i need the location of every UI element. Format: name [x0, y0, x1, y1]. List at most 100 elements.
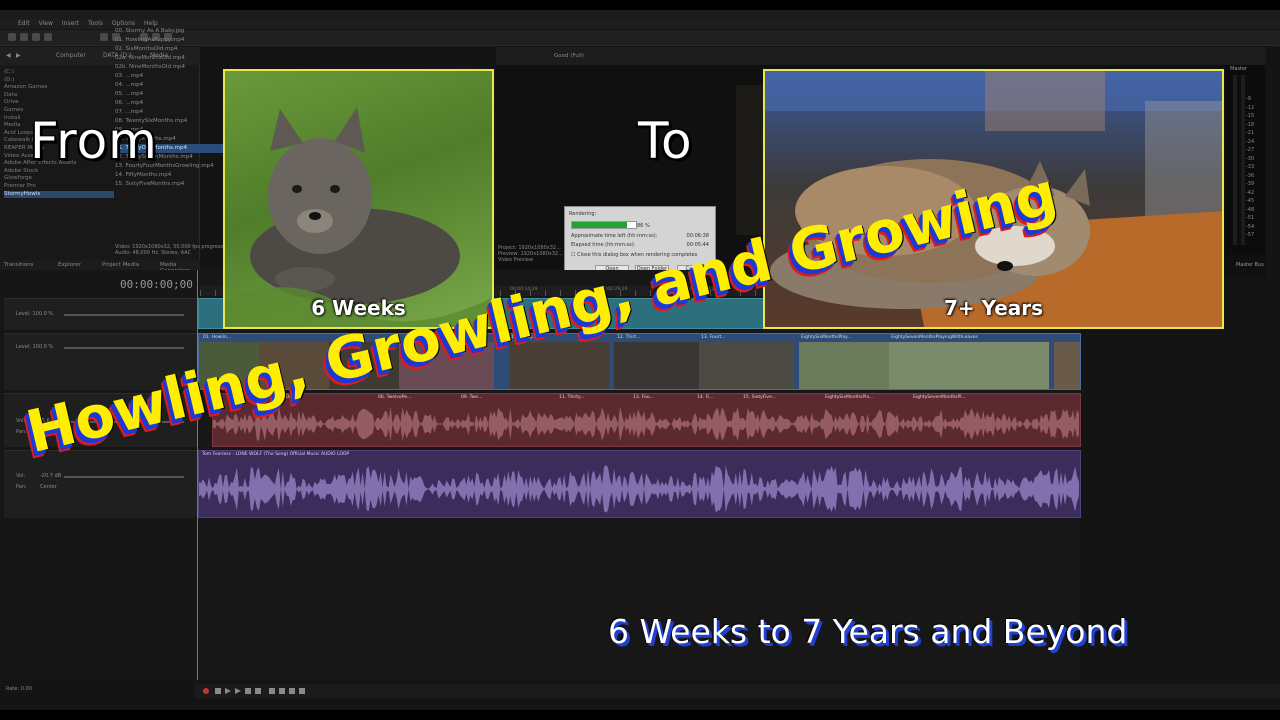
preview-toolbar: Good (Full): [496, 47, 1266, 65]
clip-thumbnail: [1054, 342, 1080, 389]
clip-label: EightySixMonthsPla...: [825, 395, 874, 400]
clip-label: 09. Twe...: [461, 395, 483, 400]
tree-item[interactable]: Glowforge: [4, 175, 114, 183]
playhead-cursor[interactable]: [197, 270, 198, 680]
file-item[interactable]: 06. ...mp4: [115, 99, 225, 108]
transport-bar: [195, 684, 1280, 698]
clip-label: EightySevenMonthsPlayingWithLeaves: [891, 335, 978, 340]
timecode-display: 00:00:00;00: [120, 278, 193, 291]
pause-icon[interactable]: [245, 688, 251, 694]
tree-item-selected[interactable]: StormyHowls: [4, 190, 114, 199]
render-progress-bar: [571, 221, 637, 229]
file-item[interactable]: 04. ...mp4: [115, 81, 225, 90]
meter-scale-label: -42: [1246, 189, 1255, 196]
meter-scale-label: -51: [1246, 215, 1255, 221]
file-item[interactable]: 05. ...mp4: [115, 90, 225, 99]
wolf-puppy-illustration: [225, 107, 492, 327]
file-item[interactable]: 02. SixMonthsOld.mp4: [115, 45, 225, 54]
pan-label: Pan:: [16, 429, 27, 435]
tab-transitions[interactable]: Transitions: [4, 262, 33, 268]
menu-item-view[interactable]: View: [39, 19, 53, 29]
play-icon[interactable]: [235, 688, 241, 694]
clip-label: 13. Fourt...: [701, 335, 726, 340]
right-photo-caption: 7+ Years: [943, 296, 1044, 320]
meter-scale-label: -45: [1246, 198, 1255, 204]
clip-thumbnail: [799, 342, 889, 389]
tree-item[interactable]: Amazon Games: [4, 84, 114, 92]
render-percent: 86 %: [637, 223, 650, 229]
track-header-video-1[interactable]: Level: 100.0 %: [4, 298, 197, 330]
file-info: Video: 1920x1080x32, 50.000 fps progress…: [115, 244, 230, 256]
clip-thumbnail: [614, 342, 699, 389]
audio-track-1-events[interactable]: 04. One... 06. TwelvePe... 09. Twe... 11…: [212, 393, 1081, 447]
tab-explorer[interactable]: Explorer: [58, 262, 81, 268]
file-item[interactable]: 14. FiftyMonths.mp4: [115, 171, 225, 180]
meter-scale-label: -57: [1246, 232, 1255, 238]
new-project-icon[interactable]: [8, 33, 16, 41]
tree-item[interactable]: (C:): [4, 69, 114, 77]
from-label: From: [30, 112, 158, 170]
clip-label: Tom Fearless - LONE WOLF (The Song) Offi…: [202, 452, 350, 457]
video-level: Level: 100.0 %: [16, 344, 54, 350]
clip-label: 13. Fou...: [633, 395, 654, 400]
play-from-start-icon[interactable]: [225, 688, 231, 694]
video-level: Level: 100.0 %: [16, 311, 54, 317]
track-header-audio-2[interactable]: Vol: -20.7 dB Pan: Center: [4, 450, 197, 518]
pan-label: Pan:: [16, 484, 27, 490]
prev-frame-icon[interactable]: [289, 688, 295, 694]
render-title: Rendering:: [569, 211, 597, 217]
audio-track-2-event[interactable]: Tom Fearless - LONE WOLF (The Song) Offi…: [198, 450, 1081, 518]
puppy-photo: 6 Weeks: [223, 69, 494, 329]
clip-label: EightySixMonthsPlay...: [801, 335, 852, 340]
volume-slider[interactable]: [64, 476, 184, 478]
audio-waveform: [213, 406, 1080, 442]
record-icon[interactable]: [203, 688, 209, 694]
file-item[interactable]: 01. HowlingAsPuppy.mp4: [115, 36, 225, 45]
tree-item[interactable]: Data: [4, 92, 114, 100]
menu-item-tools[interactable]: Tools: [88, 19, 103, 29]
clip-label: 11. Thirty...: [559, 395, 585, 400]
save-icon[interactable]: [32, 33, 40, 41]
preview-quality-select[interactable]: Good (Full): [554, 53, 584, 59]
letterbox-top: [0, 0, 1280, 10]
menu-item-edit[interactable]: Edit: [18, 19, 30, 29]
to-label: To: [638, 112, 693, 170]
ruler-tick: [215, 290, 216, 296]
tree-item[interactable]: Premier Pro: [4, 183, 114, 191]
tree-item[interactable]: Drive: [4, 99, 114, 107]
stop-icon[interactable]: [255, 688, 261, 694]
file-item[interactable]: 02b. NineMonthsOld.mp4: [115, 63, 225, 72]
elapsed-label: Elapsed time (hh:mm:ss):: [571, 242, 636, 248]
file-item[interactable]: 15. SixtyFiveMonths.mp4: [115, 180, 225, 189]
open-icon[interactable]: [20, 33, 28, 41]
file-item[interactable]: 02a. NineMonthsOld.mp4: [115, 54, 225, 63]
level-slider[interactable]: [64, 347, 184, 349]
file-info-audio: Audio: 48,000 Hz, Stereo, AAC: [115, 250, 191, 256]
clip-thumbnail: [889, 342, 1049, 389]
next-frame-icon[interactable]: [299, 688, 305, 694]
render-icon[interactable]: [44, 33, 52, 41]
tree-item[interactable]: (D:): [4, 77, 114, 85]
playback-rate: Rate: 0.00: [6, 686, 32, 692]
loop-icon[interactable]: [215, 688, 221, 694]
preview-info: Project: 1920x1080x32... Preview: 1920x1…: [498, 245, 563, 263]
clip-thumbnail: [699, 342, 794, 389]
clip-label: 01. Howlin...: [203, 335, 232, 340]
menu-item-insert[interactable]: Insert: [62, 19, 79, 29]
file-item[interactable]: 03. ...mp4: [115, 72, 225, 81]
go-to-end-icon[interactable]: [279, 688, 285, 694]
render-progress-fill: [572, 222, 628, 228]
level-slider[interactable]: [64, 314, 184, 316]
preview-frame: [736, 85, 766, 235]
forward-icon[interactable]: ▶: [16, 52, 21, 59]
clip-label: 06. TwelvePe...: [378, 395, 412, 400]
tab-video-preview[interactable]: Video Preview: [498, 257, 563, 263]
file-item[interactable]: 00. Stormy As A Baby.jpg: [115, 27, 225, 36]
window-titlebar: [0, 10, 1280, 19]
breadcrumb-computer[interactable]: Computer: [56, 52, 86, 59]
clip-label: 15. SixtyFive...: [743, 395, 777, 400]
tab-project-media[interactable]: Project Media: [102, 262, 139, 268]
go-to-start-icon[interactable]: [269, 688, 275, 694]
undo-icon[interactable]: [100, 33, 108, 41]
back-icon[interactable]: ◀: [6, 52, 11, 59]
